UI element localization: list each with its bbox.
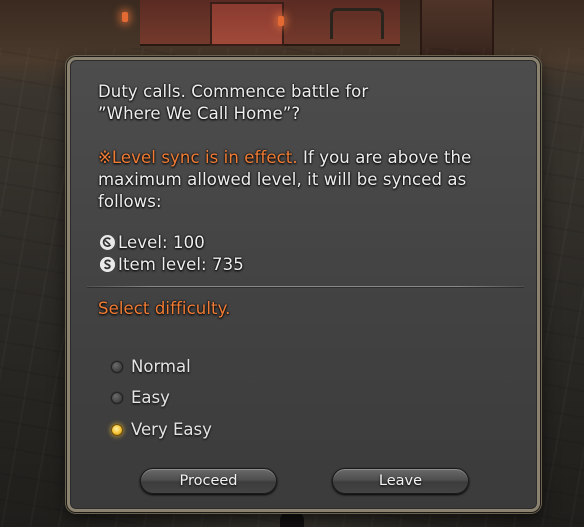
sync-detail-1: If you are above the bbox=[297, 148, 472, 167]
item-level-value: Item level: 735 bbox=[118, 255, 244, 274]
sync-detail-3: follows: bbox=[98, 192, 162, 211]
radio-button-icon bbox=[111, 361, 123, 373]
sync-detail-2: maximum allowed level, it will be synced… bbox=[98, 170, 467, 189]
difficulty-prompt: Select difficulty. bbox=[98, 299, 231, 318]
level-value: Level: 100 bbox=[118, 233, 205, 252]
level-row: Level: 100 bbox=[100, 232, 205, 254]
radio-button-icon bbox=[111, 392, 123, 404]
message-line-1: Duty calls. Commence battle for bbox=[98, 82, 369, 101]
proceed-button[interactable]: Proceed bbox=[140, 468, 277, 494]
sync-notice-line: ※Level sync is in effect. If you are abo… bbox=[98, 147, 471, 169]
duty-confirm-dialog: Duty calls. Commence battle for ”Where W… bbox=[67, 57, 540, 512]
radio-button-selected-icon bbox=[111, 424, 123, 436]
background-bench bbox=[330, 8, 384, 39]
difficulty-option-easy[interactable]: Easy bbox=[107, 387, 307, 411]
background-lamp bbox=[122, 12, 128, 22]
difficulty-option-label: Easy bbox=[131, 388, 170, 407]
section-divider bbox=[87, 286, 524, 287]
player-character bbox=[280, 512, 304, 527]
item-level-row: Item level: 735 bbox=[100, 254, 244, 276]
difficulty-option-label: Very Easy bbox=[131, 420, 212, 439]
background-lamp bbox=[278, 16, 284, 26]
difficulty-option-label: Normal bbox=[131, 357, 191, 376]
leave-button[interactable]: Leave bbox=[332, 468, 469, 494]
message-line-2: ”Where We Call Home”? bbox=[98, 104, 301, 123]
level-sync-icon bbox=[100, 235, 115, 250]
difficulty-option-very-easy[interactable]: Very Easy bbox=[107, 419, 307, 443]
item-level-sync-icon bbox=[100, 257, 115, 272]
background-door bbox=[210, 2, 284, 46]
difficulty-option-normal[interactable]: Normal bbox=[107, 356, 307, 380]
level-sync-warning: ※Level sync is in effect. bbox=[98, 148, 298, 167]
